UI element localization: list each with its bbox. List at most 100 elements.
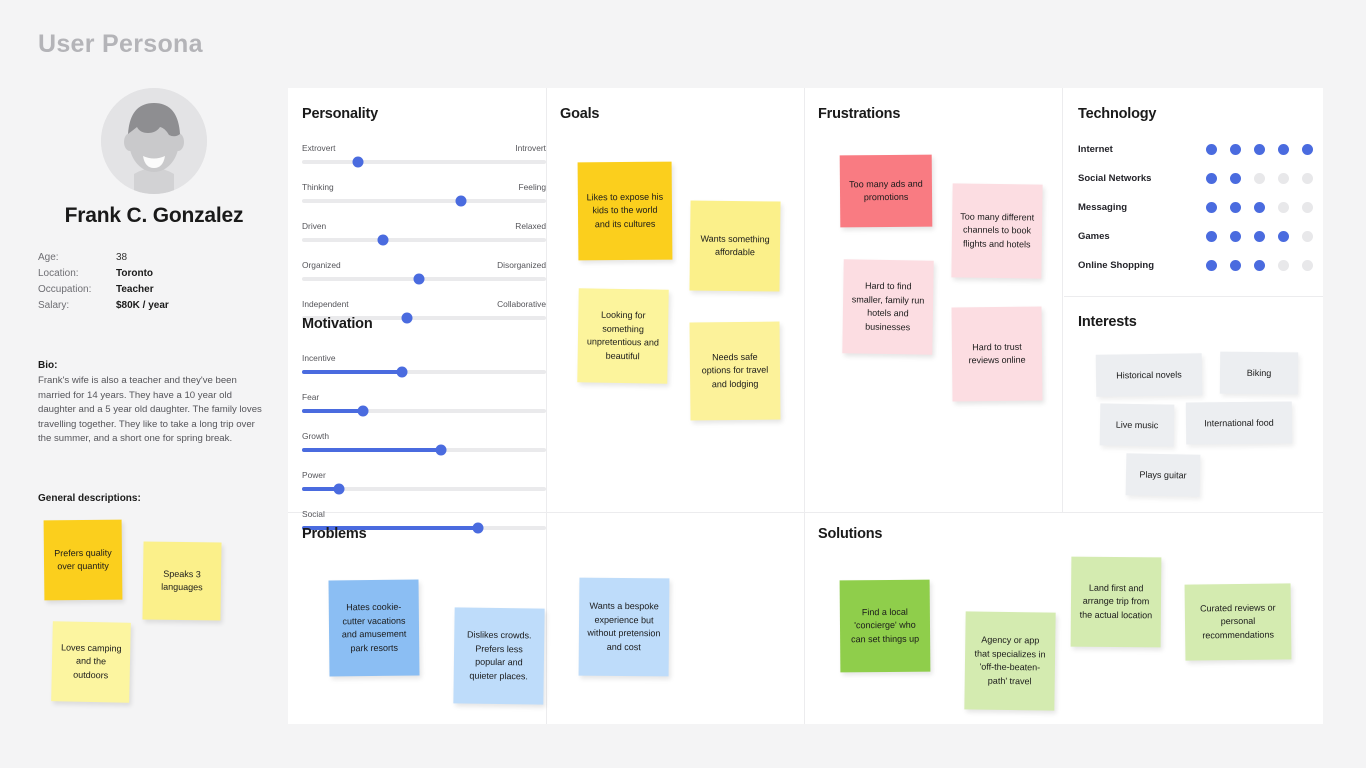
rating-dot-filled[interactable] bbox=[1254, 231, 1265, 242]
sticky-note[interactable]: Prefers quality over quantity bbox=[43, 519, 123, 601]
rating-dot-filled[interactable] bbox=[1230, 202, 1241, 213]
rating-dot-filled[interactable] bbox=[1302, 144, 1313, 155]
interest-tag[interactable]: International food bbox=[1185, 401, 1293, 445]
rating-dot-filled[interactable] bbox=[1254, 260, 1265, 271]
rating-dot-empty[interactable] bbox=[1302, 173, 1313, 184]
sticky-note-text: Find a local 'concierge' who can set thi… bbox=[851, 606, 920, 645]
rating-dot-filled[interactable] bbox=[1254, 144, 1265, 155]
rating-dot-filled[interactable] bbox=[1230, 173, 1241, 184]
slider-label-left: Growth bbox=[302, 431, 329, 441]
interest-tag-text: Biking bbox=[1246, 367, 1272, 379]
sticky-note[interactable]: Loves camping and the outdoors bbox=[51, 621, 131, 703]
technology-dots[interactable] bbox=[1206, 144, 1313, 155]
interest-tag[interactable]: Live music bbox=[1099, 403, 1175, 447]
personality-sliders: Extrovert Introvert Thinking Feeling Driven R… bbox=[302, 143, 546, 324]
slider-track[interactable] bbox=[302, 234, 546, 246]
slider-knob[interactable] bbox=[435, 444, 447, 456]
rating-dot-empty[interactable] bbox=[1278, 173, 1289, 184]
fact-row-salary: Salary: $80K / year bbox=[38, 298, 270, 314]
rating-dot-filled[interactable] bbox=[1206, 202, 1217, 213]
slider-growth[interactable]: Growth bbox=[302, 431, 546, 456]
slider-labels: Power bbox=[302, 470, 546, 480]
rating-dot-filled[interactable] bbox=[1206, 231, 1217, 242]
sticky-note[interactable]: Too many ads and promotions bbox=[839, 154, 933, 228]
panel-title-goals: Goals bbox=[560, 106, 600, 122]
slider-labels: Driven Relaxed bbox=[302, 221, 546, 231]
sticky-note-text: Likes to expose his kids to the world an… bbox=[586, 191, 664, 230]
rating-dot-filled[interactable] bbox=[1206, 144, 1217, 155]
rating-dot-empty[interactable] bbox=[1278, 202, 1289, 213]
interest-tag[interactable]: Biking bbox=[1219, 351, 1299, 395]
slider-label-right: Collaborative bbox=[497, 299, 546, 309]
technology-label: Social Networks bbox=[1078, 173, 1152, 184]
sticky-note[interactable]: Too many different channels to book flig… bbox=[951, 183, 1043, 279]
sticky-note[interactable]: Wants a bespoke experience but without p… bbox=[578, 577, 670, 677]
slider-track[interactable] bbox=[302, 444, 546, 456]
sticky-note[interactable]: Looking for something unpretentious and … bbox=[577, 288, 669, 384]
panel-motivation: Motivation Incentive Fear Growth Power Socia… bbox=[302, 316, 546, 548]
fact-label: Salary: bbox=[38, 300, 70, 311]
panel-title-motivation: Motivation bbox=[302, 316, 373, 332]
sticky-note[interactable]: Hard to find smaller, family run hotels … bbox=[842, 259, 934, 355]
slider-track[interactable] bbox=[302, 483, 546, 495]
rating-dot-filled[interactable] bbox=[1230, 260, 1241, 271]
rating-dot-filled[interactable] bbox=[1206, 260, 1217, 271]
interest-tag[interactable]: Historical novels bbox=[1095, 353, 1203, 397]
panel-problems: Problems Hates cookie-cutter vacations a… bbox=[302, 526, 802, 712]
rating-dot-empty[interactable] bbox=[1302, 202, 1313, 213]
slider-label-left: Fear bbox=[302, 392, 320, 402]
sticky-note[interactable]: Hard to trust reviews online bbox=[951, 306, 1043, 402]
rating-dot-filled[interactable] bbox=[1230, 144, 1241, 155]
slider-knob[interactable] bbox=[357, 405, 369, 417]
slider-knob[interactable] bbox=[352, 156, 364, 168]
rating-dot-filled[interactable] bbox=[1278, 231, 1289, 242]
panel-frustrations: Frustrations Too many ads and promotions… bbox=[818, 106, 1062, 452]
rating-dot-empty[interactable] bbox=[1302, 231, 1313, 242]
technology-dots[interactable] bbox=[1206, 231, 1313, 242]
rating-dot-filled[interactable] bbox=[1230, 231, 1241, 242]
interest-tag-text: International food bbox=[1204, 417, 1274, 429]
slider-power[interactable]: Power bbox=[302, 470, 546, 495]
sticky-note[interactable]: Likes to expose his kids to the world an… bbox=[577, 161, 673, 261]
sticky-note[interactable]: Find a local 'concierge' who can set thi… bbox=[839, 579, 931, 673]
sticky-note[interactable]: Hates cookie-cutter vacations and amusem… bbox=[328, 579, 420, 677]
slider-driven[interactable]: Driven Relaxed bbox=[302, 221, 546, 246]
sticky-note[interactable]: Wants something affordable bbox=[689, 200, 781, 292]
slider-organized[interactable]: Organized Disorganized bbox=[302, 260, 546, 285]
slider-extrovert[interactable]: Extrovert Introvert bbox=[302, 143, 546, 168]
rating-dot-filled[interactable] bbox=[1278, 144, 1289, 155]
slider-knob[interactable] bbox=[413, 273, 425, 285]
technology-dots[interactable] bbox=[1206, 260, 1313, 271]
technology-row: Online Shopping bbox=[1078, 260, 1318, 271]
sticky-note[interactable]: Curated reviews or personal recommendati… bbox=[1184, 583, 1292, 661]
interest-tag[interactable]: Plays guitar bbox=[1125, 453, 1201, 497]
rating-dot-empty[interactable] bbox=[1254, 173, 1265, 184]
rating-dot-empty[interactable] bbox=[1302, 260, 1313, 271]
slider-incentive[interactable]: Incentive bbox=[302, 353, 546, 378]
sticky-note[interactable]: Needs safe options for travel and lodgin… bbox=[689, 321, 781, 421]
rating-dot-filled[interactable] bbox=[1254, 202, 1265, 213]
slider-knob[interactable] bbox=[333, 483, 345, 495]
slider-knob[interactable] bbox=[455, 195, 467, 207]
interest-tags: Historical novels Biking Live music Interna… bbox=[1078, 338, 1318, 498]
slider-track[interactable] bbox=[302, 195, 546, 207]
slider-thinking[interactable]: Thinking Feeling bbox=[302, 182, 546, 207]
slider-fear[interactable]: Fear bbox=[302, 392, 546, 417]
slider-track[interactable] bbox=[302, 273, 546, 285]
sticky-note[interactable]: Land first and arrange trip from the act… bbox=[1070, 556, 1162, 648]
technology-dots[interactable] bbox=[1206, 202, 1313, 213]
technology-dots[interactable] bbox=[1206, 173, 1313, 184]
slider-knob[interactable] bbox=[396, 366, 408, 378]
sticky-note[interactable]: Dislikes crowds. Prefers less popular an… bbox=[453, 607, 545, 705]
slider-labels: Fear bbox=[302, 392, 546, 402]
panel-title-personality: Personality bbox=[302, 106, 378, 122]
sticky-note[interactable]: Speaks 3 languages bbox=[142, 541, 222, 621]
fact-label: Age: bbox=[38, 252, 59, 263]
slider-track[interactable] bbox=[302, 156, 546, 168]
slider-track[interactable] bbox=[302, 405, 546, 417]
rating-dot-filled[interactable] bbox=[1206, 173, 1217, 184]
slider-knob[interactable] bbox=[377, 234, 389, 246]
sticky-note[interactable]: Agency or app that specializes in 'off-t… bbox=[964, 611, 1056, 711]
slider-track[interactable] bbox=[302, 366, 546, 378]
rating-dot-empty[interactable] bbox=[1278, 260, 1289, 271]
